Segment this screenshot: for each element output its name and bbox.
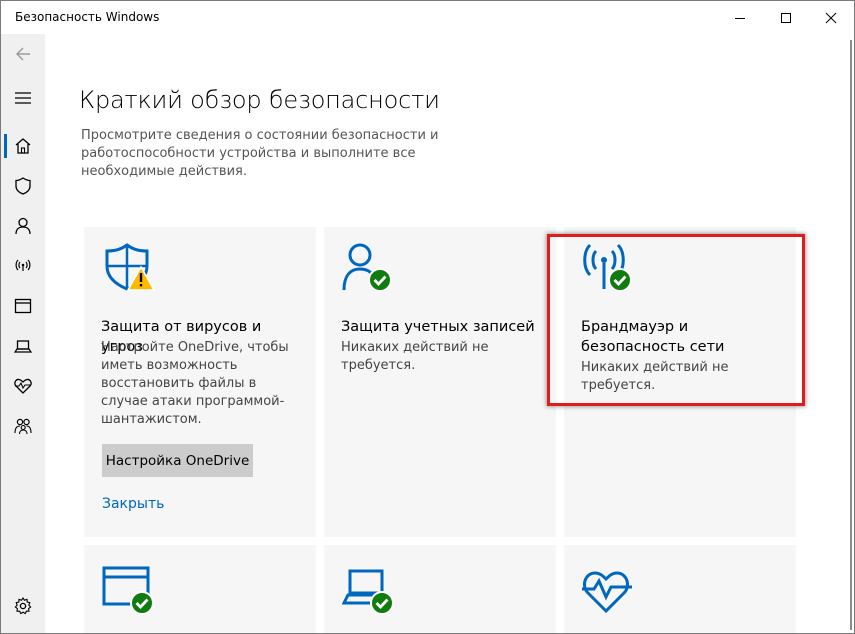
window-title: Безопасность Windows — [15, 10, 160, 24]
maximize-icon — [781, 12, 791, 23]
app-browser-ok-icon — [102, 566, 154, 615]
page-title: Краткий обзор безопасности — [79, 86, 440, 114]
minimize-button[interactable] — [717, 1, 763, 34]
menu-button[interactable] — [1, 78, 45, 118]
virus-shield-warning-icon — [105, 243, 156, 291]
wifi-icon — [15, 259, 31, 271]
card-virus-text: Настройте OneDrive, чтобы иметь возможно… — [101, 340, 289, 427]
setup-onedrive-button[interactable]: Настройка OneDrive — [102, 444, 253, 477]
person-icon — [15, 217, 31, 235]
card-device-security[interactable] — [324, 545, 556, 633]
account-person-ok-icon — [342, 243, 392, 292]
scrollbar-track[interactable] — [841, 34, 854, 633]
menu-icon — [15, 92, 31, 104]
sidebar-item-account[interactable] — [1, 206, 45, 246]
card-app-browser[interactable] — [84, 545, 316, 633]
settings-icon — [14, 596, 32, 615]
family-icon — [14, 418, 32, 435]
home-icon — [15, 138, 31, 154]
close-button[interactable] — [808, 1, 854, 34]
heart-icon — [14, 378, 32, 394]
title-bar: Безопасность Windows — [1, 1, 854, 34]
minimize-icon — [735, 17, 745, 19]
shield-icon — [15, 177, 31, 195]
sidebar-item-family[interactable] — [1, 406, 45, 446]
device-health-heart-icon — [582, 571, 632, 614]
close-icon — [825, 12, 837, 23]
sidebar-item-app-browser[interactable] — [1, 286, 45, 326]
card-device-health[interactable] — [564, 545, 796, 633]
card-virus-protection[interactable]: Защита от вирусов и угроз Настройте OneD… — [84, 227, 316, 537]
card-account-text: Никаких действий не требуется. — [341, 340, 489, 373]
firewall-highlight-box — [547, 234, 805, 406]
sidebar-item-home[interactable] — [1, 126, 45, 166]
back-arrow-icon — [16, 47, 30, 61]
app-browser-icon — [14, 298, 32, 314]
sidebar-item-device-health[interactable] — [1, 366, 45, 406]
scrollbar-thumb[interactable] — [850, 40, 852, 630]
laptop-icon — [13, 340, 33, 353]
sidebar-item-firewall[interactable] — [1, 246, 45, 286]
sidebar-item-device-security[interactable] — [1, 326, 45, 366]
back-button[interactable] — [1, 34, 45, 74]
sidebar-item-virus-protection[interactable] — [1, 166, 45, 206]
device-security-ok-icon — [342, 569, 394, 615]
dismiss-link[interactable]: Закрыть — [102, 496, 164, 512]
sidebar — [1, 34, 45, 633]
maximize-button[interactable] — [763, 1, 809, 34]
page-description: Просмотрите сведения о состоянии безопас… — [81, 128, 439, 179]
card-account-protection[interactable]: Защита учетных записей Никаких действий … — [324, 227, 556, 537]
card-account-title: Защита учетных записей — [341, 319, 535, 335]
app-window: Безопасность Windows Краткий обзор безоп… — [0, 0, 855, 634]
settings-button[interactable] — [1, 586, 45, 626]
